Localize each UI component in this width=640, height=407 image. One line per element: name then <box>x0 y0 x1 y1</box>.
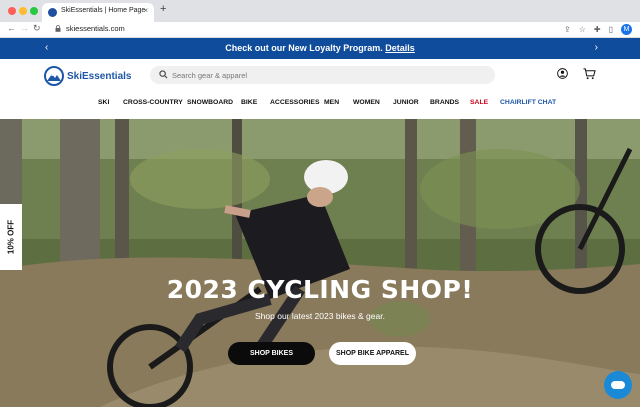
lock-icon <box>55 25 61 32</box>
browser-tabbar: SkiEssentials | Home Page × + <box>0 0 640 22</box>
sidebar-icon[interactable]: ▯ <box>609 25 613 34</box>
chat-bubble-icon <box>611 381 625 389</box>
profile-avatar[interactable]: M <box>621 24 632 35</box>
promo-text: Check out our New Loyalty Program. <box>225 43 383 53</box>
nav-item-men[interactable]: MEN <box>324 99 339 106</box>
search-bar[interactable] <box>150 66 495 84</box>
maximize-window-button[interactable] <box>30 7 38 15</box>
shop-bike-apparel-button[interactable]: SHOP BIKE APPAREL <box>329 342 416 365</box>
close-window-button[interactable] <box>8 7 16 15</box>
reload-icon[interactable]: ↻ <box>33 23 41 34</box>
forward-icon[interactable]: → <box>20 23 29 33</box>
nav-item-sale[interactable]: SALE <box>470 99 488 106</box>
discount-side-tab-label: 10% OFF <box>6 219 16 255</box>
nav-item-junior[interactable]: JUNIOR <box>393 99 419 106</box>
main-nav: SKI CROSS-COUNTRY SNOWBOARD BIKE ACCESSO… <box>0 99 640 111</box>
nav-item-chairlift-chat[interactable]: CHAIRLIFT CHAT <box>500 99 556 106</box>
new-tab-button[interactable]: + <box>160 3 166 15</box>
star-icon[interactable]: ☆ <box>579 25 586 34</box>
minimize-window-button[interactable] <box>19 7 27 15</box>
tab-close-icon[interactable]: × <box>143 6 148 15</box>
hero-subtitle: Shop our latest 2023 bikes & gear. <box>255 311 385 321</box>
url-text: skiessentials.com <box>66 24 125 33</box>
nav-item-accessories[interactable]: ACCESSORIES <box>270 99 319 106</box>
share-icon[interactable]: ⇪ <box>564 25 571 34</box>
logo-text: SkiEssentials <box>67 70 132 82</box>
cart-icon[interactable] <box>583 68 596 80</box>
shop-bikes-button[interactable]: SHOP BIKES <box>228 342 315 365</box>
promo-details-link[interactable]: Details <box>385 43 415 53</box>
nav-item-bike[interactable]: BIKE <box>241 99 257 106</box>
account-icon[interactable] <box>557 68 568 79</box>
site-logo[interactable]: SkiEssentials <box>44 65 131 87</box>
discount-side-tab[interactable]: 10% OFF <box>0 204 22 270</box>
nav-item-ski[interactable]: SKI <box>98 99 109 106</box>
promo-message: Check out our New Loyalty Program. Detai… <box>0 43 640 53</box>
nav-item-women[interactable]: WOMEN <box>353 99 380 106</box>
chat-icon[interactable] <box>604 371 632 399</box>
search-icon[interactable] <box>159 70 168 79</box>
browser-toolbar: ← → ↻ skiessentials.com ⇪ ☆ ✚ ▯ M <box>0 22 640 38</box>
site-header: SkiEssentials SKI CROSS-COUNTRY SNOWBOAR… <box>0 59 640 119</box>
hero-banner[interactable]: 10% OFF 2023 CYCLING SHOP! Shop our late… <box>0 119 640 407</box>
logo-mountain-icon <box>44 66 64 86</box>
hero-image <box>0 119 640 407</box>
nav-item-snowboard[interactable]: SNOWBOARD <box>187 99 233 106</box>
favicon-icon <box>48 8 57 17</box>
tab-title: SkiEssentials | Home Page <box>61 7 146 14</box>
back-icon[interactable]: ← <box>7 23 16 33</box>
hero-title: 2023 CYCLING SHOP! <box>166 275 474 304</box>
search-input[interactable] <box>172 68 472 82</box>
nav-item-cross-country[interactable]: CROSS-COUNTRY <box>123 99 183 106</box>
promo-next-icon[interactable]: › <box>595 42 598 53</box>
address-bar[interactable]: skiessentials.com <box>52 23 540 36</box>
browser-tab[interactable]: SkiEssentials | Home Page × <box>42 3 154 22</box>
extensions-icon[interactable]: ✚ <box>594 25 601 34</box>
promo-bar: ‹ Check out our New Loyalty Program. Det… <box>0 38 640 59</box>
nav-item-brands[interactable]: BRANDS <box>430 99 459 106</box>
